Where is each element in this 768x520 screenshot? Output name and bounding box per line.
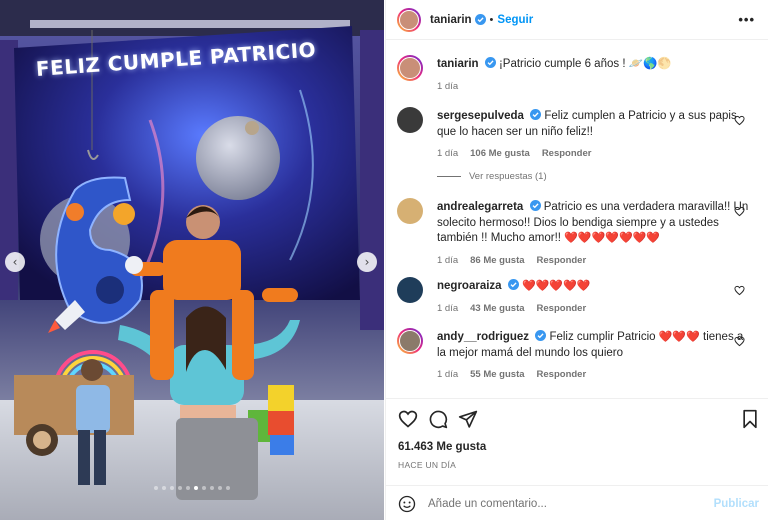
- verified-badge-icon: [535, 330, 547, 341]
- comment-time: 1 día: [437, 369, 459, 380]
- carousel-dot: [170, 486, 174, 490]
- reply-button[interactable]: Responder: [537, 367, 587, 383]
- replies-divider: [437, 176, 461, 177]
- like-comment-heart-icon[interactable]: [734, 285, 745, 296]
- bookmark-icon[interactable]: [740, 409, 760, 429]
- comment-username[interactable]: negroaraiza: [437, 280, 502, 292]
- comment-likes[interactable]: 55 Me gusta: [470, 367, 524, 383]
- carousel-dots: [0, 486, 384, 490]
- carousel-dot: [154, 486, 158, 490]
- comment-avatar[interactable]: [397, 277, 423, 303]
- comment-username[interactable]: sergesepulveda: [437, 110, 524, 122]
- carousel-dot: [186, 486, 190, 490]
- author-username[interactable]: taniarin: [430, 14, 472, 26]
- like-comment-heart-icon[interactable]: [734, 206, 745, 217]
- post-actions: 61.463 Me gusta HACE UN DÍA: [386, 398, 768, 470]
- comment-input[interactable]: [428, 494, 688, 514]
- like-comment-heart-icon[interactable]: [734, 115, 745, 126]
- comment-time: 1 día: [437, 302, 459, 314]
- verified-badge-icon: [484, 57, 496, 68]
- caption-username[interactable]: taniarin: [437, 58, 479, 70]
- comment-likes[interactable]: 106 Me gusta: [470, 146, 530, 162]
- comment-likes[interactable]: 86 Me gusta: [470, 253, 524, 269]
- carousel-dot: [226, 486, 230, 490]
- likes-count[interactable]: 61.463 Me gusta: [398, 441, 486, 453]
- carousel-dot: [210, 486, 214, 490]
- caption-avatar[interactable]: [397, 55, 423, 81]
- post-timestamp: HACE UN DÍA: [398, 460, 457, 470]
- like-comment-heart-icon[interactable]: [734, 336, 745, 347]
- comment-likes[interactable]: 43 Me gusta: [470, 301, 524, 317]
- add-comment-bar: Publicar: [386, 485, 768, 520]
- author-avatar[interactable]: [397, 7, 421, 32]
- comment-username[interactable]: andrealegarreta: [437, 201, 523, 213]
- verified-badge-icon: [474, 14, 486, 25]
- comment-username[interactable]: andy__rodriguez: [437, 331, 529, 343]
- follow-button[interactable]: Seguir: [497, 14, 533, 26]
- heart-outline-icon[interactable]: [398, 409, 418, 429]
- previous-slide-button[interactable]: ‹: [5, 252, 25, 272]
- carousel-dot: [202, 486, 206, 490]
- comments-list: taniarin ¡Patricio cumple 6 años ! 🪐🌎🌕 1…: [386, 41, 768, 397]
- next-slide-button[interactable]: ›: [357, 252, 377, 272]
- publish-button[interactable]: Publicar: [714, 498, 759, 510]
- carousel-dot: [218, 486, 222, 490]
- post-header: taniarin • Seguir •••: [386, 0, 768, 40]
- verified-badge-icon: [530, 109, 542, 120]
- comment-time: 1 día: [437, 148, 459, 159]
- comment-bubble-icon[interactable]: [428, 409, 448, 429]
- comment-avatar[interactable]: [397, 328, 423, 354]
- post-details: taniarin • Seguir ••• taniarin ¡Patricio…: [385, 0, 768, 520]
- comment-hearts: ❤️❤️❤️❤️❤️❤️❤️: [564, 232, 661, 244]
- comment-hearts: ❤️❤️❤️❤️❤️: [521, 280, 591, 292]
- smiley-icon[interactable]: [398, 495, 416, 513]
- verified-badge-icon: [507, 279, 519, 290]
- reply-button[interactable]: Responder: [537, 301, 587, 317]
- paper-plane-icon[interactable]: [458, 409, 478, 429]
- comment-hearts: ❤️❤️❤️: [658, 331, 700, 343]
- verified-badge-icon: [529, 200, 541, 211]
- carousel-dot: [178, 486, 182, 490]
- carousel-dot: [162, 486, 166, 490]
- reply-button[interactable]: Responder: [537, 253, 587, 269]
- header-separator: •: [489, 13, 494, 26]
- more-options-button[interactable]: •••: [738, 12, 755, 27]
- comment-avatar[interactable]: [397, 198, 423, 224]
- carousel-dot: [194, 486, 198, 490]
- comment-avatar[interactable]: [397, 107, 423, 133]
- caption-text: ¡Patricio cumple 6 años ! 🪐🌎🌕: [498, 58, 672, 70]
- view-replies-button[interactable]: Ver respuestas (1): [437, 171, 547, 182]
- caption-time: 1 día: [437, 80, 459, 92]
- view-replies-label: Ver respuestas (1): [469, 171, 547, 182]
- comment-text: Feliz cumplir Patricio: [549, 331, 659, 343]
- reply-button[interactable]: Responder: [542, 146, 592, 162]
- post-media: FELIZ CUMPLE PATRICIO ‹ ›: [0, 0, 384, 520]
- comment-time: 1 día: [437, 254, 459, 266]
